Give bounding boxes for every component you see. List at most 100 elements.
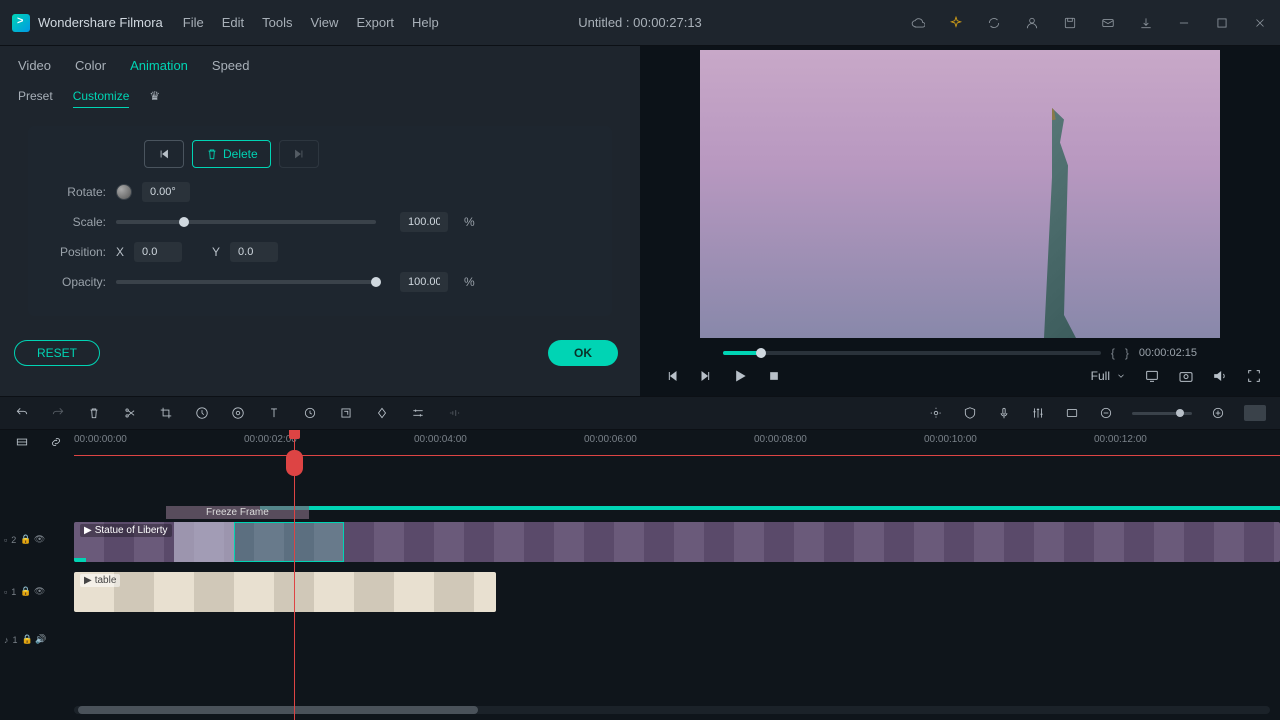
undo-icon[interactable] <box>14 405 30 421</box>
minimize-icon[interactable] <box>1176 15 1192 31</box>
zoom-out-icon[interactable] <box>1098 405 1114 421</box>
clip-selection[interactable] <box>234 522 344 562</box>
bracket-close[interactable]: } <box>1125 346 1129 360</box>
audio-icon[interactable] <box>446 405 462 421</box>
menu-file[interactable]: File <box>183 15 204 30</box>
text-icon[interactable] <box>266 405 282 421</box>
marker-icon[interactable] <box>302 405 318 421</box>
audio-1-header[interactable]: ♪ 1 🔒 🔊 <box>4 634 46 645</box>
ruler-tick: 00:00:08:00 <box>754 434 807 445</box>
opacity-slider[interactable] <box>116 280 376 284</box>
tab-animation[interactable]: Animation <box>130 58 188 73</box>
opacity-value[interactable] <box>400 272 448 292</box>
keyframe-nav: Delete <box>44 140 596 168</box>
subtab-customize[interactable]: Customize <box>73 89 130 108</box>
quality-select[interactable]: Full <box>1091 368 1126 384</box>
delete-icon[interactable] <box>86 405 102 421</box>
ruler-tick: 00:00:00:00 <box>74 434 127 445</box>
ruler-tick: 00:00:10:00 <box>924 434 977 445</box>
keyframe-icon[interactable] <box>374 405 390 421</box>
ruler-tick: 00:00:06:00 <box>584 434 637 445</box>
volume-icon[interactable] <box>1212 368 1228 384</box>
reset-button[interactable]: RESET <box>14 340 100 366</box>
track-add-icon[interactable] <box>14 434 30 450</box>
titlebar: Wondershare Filmora File Edit Tools View… <box>0 0 1280 46</box>
scale-value[interactable] <box>400 212 448 232</box>
bracket-open[interactable]: { <box>1111 346 1115 360</box>
stop-icon[interactable] <box>766 368 782 384</box>
position-x-value[interactable] <box>134 242 182 262</box>
preview-panel: { } 00:00:02:15 Full <box>640 46 1280 396</box>
download-icon[interactable] <box>1138 15 1154 31</box>
crop-zoom-icon[interactable] <box>338 405 354 421</box>
menu-view[interactable]: View <box>310 15 338 30</box>
save-icon[interactable] <box>1062 15 1078 31</box>
redo-icon[interactable] <box>50 405 66 421</box>
play-icon[interactable] <box>732 368 748 384</box>
time-ruler[interactable]: 00:00:00:00 00:00:02:00 00:00:04:00 00:0… <box>74 430 1280 456</box>
app-logo: Wondershare Filmora <box>12 14 163 32</box>
ok-button[interactable]: OK <box>548 340 618 366</box>
tab-speed[interactable]: Speed <box>212 58 250 73</box>
playhead[interactable] <box>294 430 295 720</box>
scrubber: { } 00:00:02:15 <box>723 346 1197 360</box>
link-icon[interactable] <box>48 434 64 450</box>
mixer-icon[interactable] <box>1030 405 1046 421</box>
user-icon[interactable] <box>1024 15 1040 31</box>
zoom-in-icon[interactable] <box>1210 405 1226 421</box>
statue-clip[interactable]: ▶ Statue of Liberty <box>74 522 1280 562</box>
freeze-frame-bar[interactable] <box>260 506 1280 510</box>
timeline: 00:00:00:00 00:00:02:00 00:00:04:00 00:0… <box>0 430 1280 720</box>
cloud-icon[interactable] <box>910 15 926 31</box>
next-keyframe-button[interactable] <box>279 140 319 168</box>
split-icon[interactable] <box>122 405 138 421</box>
keyframe-properties: Delete Rotate: Scale: % Position: X Y <box>28 126 612 316</box>
maximize-icon[interactable] <box>1214 15 1230 31</box>
track-1-header[interactable]: ▫ 1 🔒 👁 <box>4 586 45 597</box>
refresh-icon[interactable] <box>986 15 1002 31</box>
position-y-value[interactable] <box>230 242 278 262</box>
fit-icon[interactable] <box>1244 405 1266 421</box>
mail-icon[interactable] <box>1100 15 1116 31</box>
fullscreen-icon[interactable] <box>1246 368 1262 384</box>
adjust-icon[interactable] <box>410 405 426 421</box>
menu-export[interactable]: Export <box>356 15 394 30</box>
tab-color[interactable]: Color <box>75 58 106 73</box>
clip-segment[interactable] <box>174 522 234 562</box>
scrub-track[interactable] <box>723 351 1101 355</box>
subtab-preset[interactable]: Preset <box>18 89 53 108</box>
timeline-scrollbar[interactable] <box>74 706 1270 714</box>
tab-video[interactable]: Video <box>18 58 51 73</box>
prev-keyframe-button[interactable] <box>144 140 184 168</box>
menu-help[interactable]: Help <box>412 15 439 30</box>
render-icon[interactable] <box>928 405 944 421</box>
inspector-tabs: Video Color Animation Speed <box>0 46 640 85</box>
ratio-icon[interactable] <box>1064 405 1080 421</box>
video-preview[interactable] <box>700 50 1220 338</box>
scale-slider[interactable] <box>116 220 376 224</box>
app-name: Wondershare Filmora <box>38 15 163 30</box>
audio-track-1[interactable] <box>74 620 1280 650</box>
opacity-label: Opacity: <box>44 275 106 289</box>
position-y-label: Y <box>212 245 220 259</box>
table-clip[interactable]: ▶ table <box>74 572 496 612</box>
sparkle-icon[interactable] <box>948 15 964 31</box>
step-back-icon[interactable] <box>664 368 680 384</box>
zoom-slider[interactable] <box>1132 412 1192 415</box>
speed-icon[interactable] <box>194 405 210 421</box>
play-forward-icon[interactable] <box>698 368 714 384</box>
delete-keyframe-button[interactable]: Delete <box>192 140 271 168</box>
display-icon[interactable] <box>1144 368 1160 384</box>
crop-icon[interactable] <box>158 405 174 421</box>
snapshot-icon[interactable] <box>1178 368 1194 384</box>
track-2-header[interactable]: ▫ 2 🔒 👁 <box>4 534 45 545</box>
rotate-value[interactable] <box>142 182 190 202</box>
menu-edit[interactable]: Edit <box>222 15 244 30</box>
menu-tools[interactable]: Tools <box>262 15 292 30</box>
color-icon[interactable] <box>230 405 246 421</box>
opacity-unit: % <box>464 275 475 289</box>
close-icon[interactable] <box>1252 15 1268 31</box>
rotate-dial[interactable] <box>116 184 132 200</box>
shield-icon[interactable] <box>962 405 978 421</box>
mic-icon[interactable] <box>996 405 1012 421</box>
